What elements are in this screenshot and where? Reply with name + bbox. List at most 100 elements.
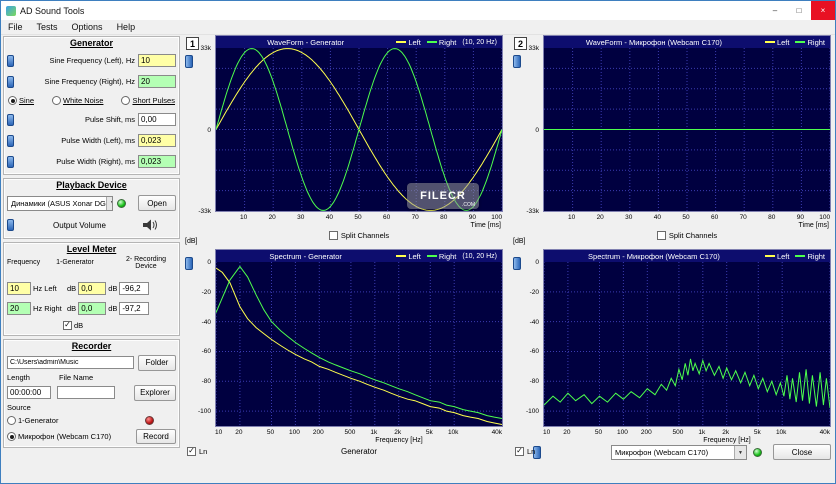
x-tick-label: 5k [425, 429, 433, 436]
ln-checkbox-left[interactable]: Ln [187, 447, 207, 456]
legend-label: Left [408, 251, 421, 261]
radio-white-noise[interactable]: White Noise [52, 96, 103, 105]
waveform-microphone-chart: WaveForm - Микрофон (Webcam C170) Left Rig… [543, 35, 831, 212]
signal-mode-radios: Sine White Noise Short Pulses [7, 92, 176, 109]
pulse-width-right-input[interactable] [138, 155, 176, 168]
radio-icon[interactable] [8, 96, 17, 105]
chart-area: 1 2 WaveForm - Generator Left Right (10, 20… [181, 35, 835, 483]
frequency-right-input[interactable] [7, 301, 31, 315]
generator-footer-label: Generator [340, 447, 378, 456]
x-tick-label: 1k [370, 429, 378, 436]
y-tick-label: -100 [197, 408, 211, 416]
plot-canvas [544, 48, 830, 211]
menu-help[interactable]: Help [117, 22, 136, 32]
record-path-input[interactable] [7, 356, 134, 369]
speaker-icon[interactable] [143, 219, 158, 231]
checkbox-icon[interactable] [515, 447, 524, 456]
slider-thumb[interactable] [7, 54, 14, 67]
y-tick-label: -40 [201, 318, 211, 326]
y-tick-label: -40 [529, 318, 539, 326]
output-volume-label: Output Volume [53, 220, 106, 230]
recorder-title: Recorder [71, 341, 112, 351]
legend-swatch [795, 255, 806, 257]
db-checkbox[interactable] [63, 321, 72, 330]
maximize-button[interactable]: □ [787, 1, 811, 20]
file-name-input[interactable] [57, 386, 115, 399]
playback-device-combo[interactable]: Динамики (ASUS Xonar DG ▼ [7, 195, 113, 211]
db-checkbox-label: dB [74, 321, 84, 330]
slider-thumb[interactable] [7, 113, 14, 126]
pulse-width-left-row: Pulse Width (Left), ms [7, 130, 176, 151]
time-axis-title: Time [ms] [798, 222, 829, 229]
slider-thumb[interactable] [7, 75, 14, 88]
generator-group: Generator Sine Frequency (Left), Hz Sine… [3, 36, 180, 175]
slider-thumb[interactable] [7, 155, 14, 168]
source-microphone-label: Микрофон (Webcam C170) [18, 432, 112, 441]
explorer-button[interactable]: Explorer [134, 384, 176, 401]
y-tick-label: 0 [535, 126, 539, 134]
legend-swatch [426, 255, 437, 257]
menu-file[interactable]: File [8, 22, 23, 32]
watermark-text: FILECR [420, 190, 466, 202]
x-tick-label: 10 [567, 214, 576, 221]
x-tick-label: 60 [710, 214, 719, 221]
record-button[interactable]: Record [136, 429, 176, 444]
legend-label: Left [776, 37, 790, 47]
x-tick-label: 40 [653, 214, 662, 221]
checkbox-icon[interactable] [656, 231, 666, 240]
radio-source-microphone[interactable] [7, 432, 16, 441]
legend-swatch [396, 255, 407, 257]
window-controls: – □ × [763, 1, 835, 20]
checkbox-icon[interactable] [187, 447, 196, 456]
folder-button[interactable]: Folder [138, 354, 176, 371]
length-input [7, 386, 51, 399]
chart-titlebar: WaveForm - Generator Left Right (10, 20 Hz) [216, 36, 502, 48]
app-window: AD Sound Tools – □ × File Tests Options … [0, 0, 836, 484]
close-window-button[interactable]: × [811, 1, 835, 20]
radio-source-generator[interactable] [7, 416, 16, 425]
radio-icon[interactable] [121, 96, 131, 105]
slider-thumb[interactable] [7, 134, 14, 147]
open-button[interactable]: Open [138, 195, 176, 211]
frequency-left-input[interactable] [7, 281, 31, 295]
sine-frequency-left-input[interactable] [138, 54, 176, 67]
x-axis-labels: 10 20 30 40 50 60 70 80 90 100 [543, 214, 831, 222]
x-tick-label: 40k [491, 429, 503, 436]
y-tick-label: -60 [201, 348, 211, 356]
legend-label: Left [408, 37, 421, 47]
x-tick-label: 10 [215, 429, 223, 436]
menu-tests[interactable]: Tests [37, 22, 58, 32]
x-tick-label: 50 [594, 429, 603, 436]
pulse-width-left-input[interactable] [138, 134, 176, 147]
menu-options[interactable]: Options [72, 22, 103, 32]
radio-icon[interactable] [52, 96, 62, 105]
minimize-button[interactable]: – [763, 1, 787, 20]
y-tick-label: -80 [201, 378, 211, 386]
ln-checkbox-right[interactable]: Ln [515, 447, 535, 456]
source-label-row: Source [7, 402, 176, 413]
y-tick-label: -80 [529, 378, 539, 386]
x-tick-label: 1k [698, 429, 706, 436]
split-channels-checkbox-right[interactable]: Split Channels [543, 231, 831, 240]
chevron-down-icon[interactable]: ▼ [105, 196, 112, 210]
recording-device-combo[interactable]: Микрофон (Webcam C170) ▼ [611, 445, 747, 460]
x-tick-label: 5k [753, 429, 761, 436]
file-name-label: File Name [59, 373, 94, 382]
pulse-shift-input[interactable] [138, 113, 176, 126]
y-axis-labels: 33k 0 -33k [187, 45, 213, 215]
close-button[interactable]: Close [773, 444, 831, 460]
x-tick-label: 50 [354, 214, 362, 221]
radio-short-pulses[interactable]: Short Pulses [121, 96, 175, 105]
x-tick-label: 40k [819, 429, 831, 436]
chart-title: Spectrum - Микрофон (Webcam C170) [588, 251, 720, 261]
chevron-down-icon[interactable]: ▼ [734, 446, 746, 459]
sine-frequency-right-input[interactable] [138, 75, 176, 88]
volume-slider-thumb[interactable] [7, 219, 14, 231]
legend-left: Left [764, 37, 790, 47]
pulse-shift-label: Pulse Shift, ms [84, 115, 135, 124]
playback-device-title: Playback Device [56, 180, 127, 190]
x-tick-label: 50 [266, 429, 275, 436]
radio-sine[interactable]: Sine [8, 96, 34, 105]
checkbox-icon[interactable] [328, 231, 338, 240]
split-channels-checkbox-left[interactable]: Split Channels [215, 231, 503, 240]
